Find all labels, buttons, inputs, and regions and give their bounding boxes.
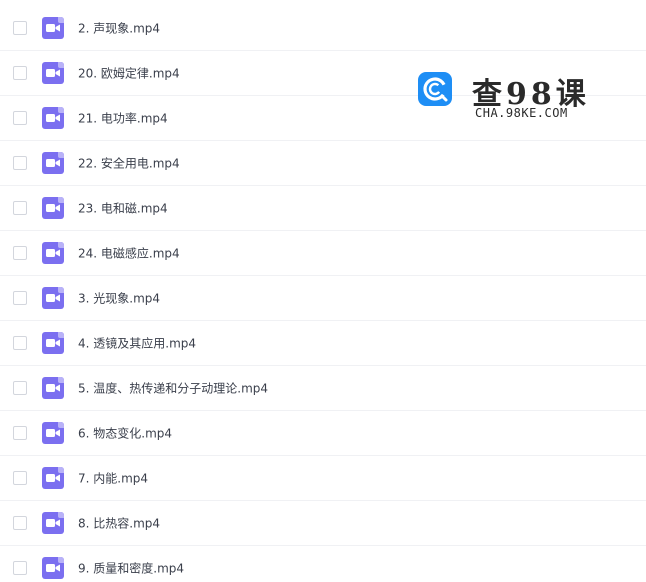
row-checkbox[interactable]	[13, 291, 27, 305]
row-checkbox[interactable]	[13, 516, 27, 530]
row-checkbox[interactable]	[13, 246, 27, 260]
list-item[interactable]: 22. 安全用电.mp4	[0, 141, 646, 186]
list-item[interactable]: 8. 比热容.mp4	[0, 501, 646, 546]
row-checkbox[interactable]	[13, 381, 27, 395]
video-file-icon	[42, 467, 64, 489]
video-file-icon	[42, 332, 64, 354]
file-name[interactable]: 4. 透镜及其应用.mp4	[78, 335, 196, 352]
row-checkbox[interactable]	[13, 156, 27, 170]
video-file-icon	[42, 377, 64, 399]
file-name[interactable]: 8. 比热容.mp4	[78, 515, 160, 532]
list-item[interactable]: 4. 透镜及其应用.mp4	[0, 321, 646, 366]
list-item[interactable]: 9. 质量和密度.mp4	[0, 546, 646, 582]
video-file-icon	[42, 197, 64, 219]
file-name[interactable]: 5. 温度、热传递和分子动理论.mp4	[78, 380, 268, 397]
list-item[interactable]: 5. 温度、热传递和分子动理论.mp4	[0, 366, 646, 411]
list-item[interactable]: 24. 电磁感应.mp4	[0, 231, 646, 276]
video-file-icon	[42, 62, 64, 84]
file-name[interactable]: 2. 声现象.mp4	[78, 20, 160, 37]
list-item[interactable]: 3. 光现象.mp4	[0, 276, 646, 321]
row-checkbox[interactable]	[13, 471, 27, 485]
file-name[interactable]: 7. 内能.mp4	[78, 470, 148, 487]
logo-mark-icon	[418, 72, 452, 106]
video-file-icon	[42, 17, 64, 39]
file-name[interactable]: 21. 电功率.mp4	[78, 110, 168, 127]
video-file-icon	[42, 422, 64, 444]
file-name[interactable]: 23. 电和磁.mp4	[78, 200, 168, 217]
file-name[interactable]: 24. 电磁感应.mp4	[78, 245, 180, 262]
video-file-icon	[42, 107, 64, 129]
file-name[interactable]: 22. 安全用电.mp4	[78, 155, 180, 172]
row-checkbox[interactable]	[13, 426, 27, 440]
watermark-logo: 查98课 CHA.98KE.COM	[418, 69, 588, 121]
row-checkbox[interactable]	[13, 201, 27, 215]
video-file-icon	[42, 287, 64, 309]
row-checkbox[interactable]	[13, 66, 27, 80]
list-item[interactable]: 2. 声现象.mp4	[0, 6, 646, 51]
watermark-subtitle: CHA.98KE.COM	[475, 106, 568, 120]
video-file-icon	[42, 242, 64, 264]
file-name[interactable]: 9. 质量和密度.mp4	[78, 560, 184, 577]
row-checkbox[interactable]	[13, 561, 27, 575]
list-item[interactable]: 7. 内能.mp4	[0, 456, 646, 501]
video-file-icon	[42, 152, 64, 174]
list-item[interactable]: 23. 电和磁.mp4	[0, 186, 646, 231]
video-file-icon	[42, 512, 64, 534]
row-checkbox[interactable]	[13, 336, 27, 350]
video-file-icon	[42, 557, 64, 579]
row-checkbox[interactable]	[13, 111, 27, 125]
row-checkbox[interactable]	[13, 21, 27, 35]
file-name[interactable]: 6. 物态变化.mp4	[78, 425, 172, 442]
file-name[interactable]: 3. 光现象.mp4	[78, 290, 160, 307]
list-item[interactable]: 6. 物态变化.mp4	[0, 411, 646, 456]
file-name[interactable]: 20. 欧姆定律.mp4	[78, 65, 180, 82]
